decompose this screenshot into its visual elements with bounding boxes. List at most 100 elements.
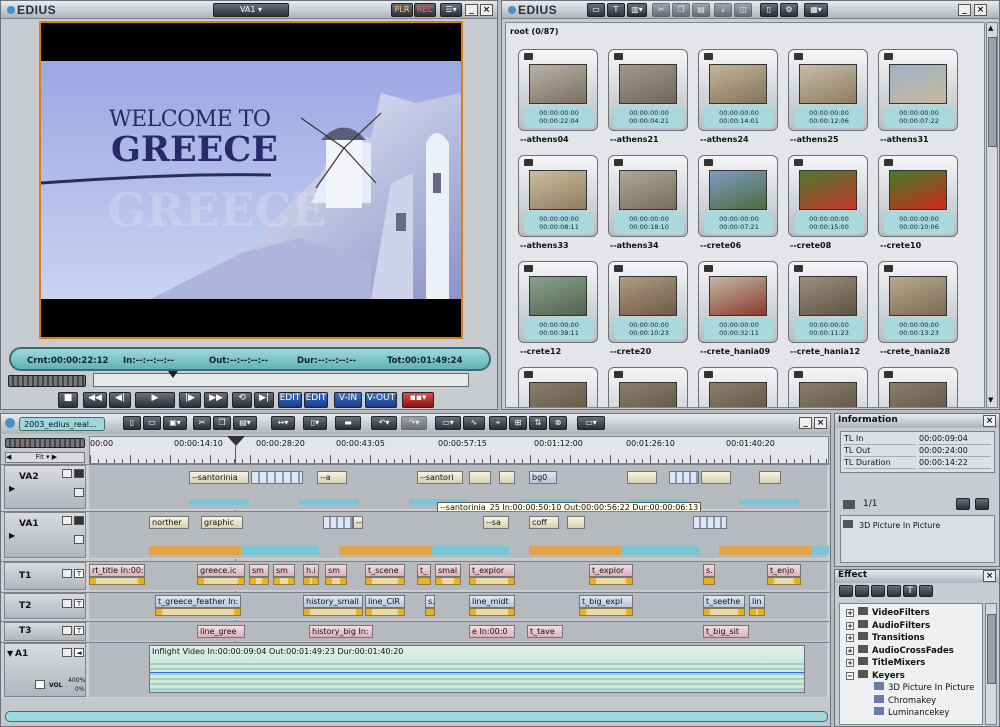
lock-icon[interactable]: [62, 469, 72, 478]
loop-button[interactable]: ⟲: [232, 392, 252, 408]
expand-icon[interactable]: ▶: [9, 531, 15, 540]
ripple-button[interactable]: ▬: [335, 416, 361, 430]
open-project-button[interactable]: ▭: [143, 416, 161, 430]
title-clip[interactable]: s.: [703, 564, 715, 577]
va2-clip[interactable]: [469, 471, 491, 484]
new-sequence-button[interactable]: ▯: [123, 416, 141, 430]
va1-clip[interactable]: [693, 516, 727, 529]
title-toggle-icon[interactable]: T: [74, 626, 84, 635]
expand-icon[interactable]: ▶: [9, 484, 15, 493]
copy-button[interactable]: ❐: [672, 3, 690, 17]
va2-clip[interactable]: --santorinia: [189, 471, 249, 484]
scroll-thumb[interactable]: [988, 37, 997, 147]
title-clip[interactable]: smal: [435, 564, 461, 577]
clip-thumbnail[interactable]: 00:00:00:00 00:00:07:21: [698, 155, 778, 237]
applied-effect-item[interactable]: 3D Picture In Picture: [843, 520, 993, 532]
mode-button[interactable]: ↔▾: [271, 416, 295, 430]
a1-header[interactable]: A1 ▼ ◄ VOL 400% 0%: [4, 643, 86, 697]
effect-settings-button[interactable]: [956, 498, 970, 510]
va1-header[interactable]: VA1 ▶: [4, 512, 86, 558]
clip-thumbnail[interactable]: 00:00:00:00 00:00:32:11: [698, 261, 778, 343]
effect-detail-button[interactable]: [887, 585, 901, 597]
clip-thumbnail[interactable]: 00:00:00:00 00:00:39:11: [518, 261, 598, 343]
lock-icon[interactable]: [62, 569, 72, 578]
fit-select[interactable]: ◀ Fit ▾ ▶: [5, 452, 85, 463]
record-button[interactable]: ▪▪▾: [402, 392, 434, 408]
save-project-button[interactable]: ▣▾: [163, 416, 187, 430]
expand-icon[interactable]: +: [846, 609, 854, 617]
title-clip[interactable]: e In:00:0: [469, 625, 515, 638]
clip-thumbnail[interactable]: 00:00:00:00 00:00:15:00: [788, 155, 868, 237]
t2-lane[interactable]: t_greece_feather In: history_small line_CI…: [89, 593, 827, 619]
clip-thumbnail[interactable]: [698, 367, 778, 407]
va2-clip[interactable]: --santori: [417, 471, 463, 484]
va1-clip[interactable]: norther: [149, 516, 189, 529]
va1-clip[interactable]: --sa: [483, 516, 509, 529]
undo-button[interactable]: ↶▾: [371, 416, 397, 430]
sync-button[interactable]: ⇅: [529, 416, 547, 430]
title-toggle-icon[interactable]: T: [74, 569, 84, 578]
play-around-button[interactable]: ▶|: [254, 392, 274, 408]
marker-button[interactable]: ⊞: [509, 416, 527, 430]
title-button[interactable]: T: [607, 3, 625, 17]
clip-thumbnail[interactable]: 00:00:00:00 00:00:18:10: [608, 155, 688, 237]
clip-thumbnail[interactable]: [878, 367, 958, 407]
view-button[interactable]: ▥▾: [627, 3, 647, 17]
title-clip[interactable]: t_greece_feather In:: [155, 595, 241, 608]
properties-button[interactable]: ◫: [734, 3, 752, 17]
delete-tool-button[interactable]: ▯▾: [303, 416, 327, 430]
clip-thumbnail[interactable]: 00:00:00:00 00:00:11:23: [788, 261, 868, 343]
recorder-mode-button[interactable]: REC: [414, 3, 436, 17]
bin-settings-button[interactable]: ⚙: [780, 3, 798, 17]
lock-icon[interactable]: [62, 516, 72, 525]
sync-lock-icon[interactable]: [74, 488, 84, 497]
va2-clip[interactable]: [759, 471, 781, 484]
title-clip[interactable]: line_CIR: [365, 595, 405, 608]
t3-header[interactable]: T3 T: [4, 622, 86, 641]
close-icon[interactable]: ×: [983, 415, 996, 427]
position-marker[interactable]: [168, 371, 178, 378]
close-icon[interactable]: ×: [974, 4, 987, 16]
title-clip[interactable]: t_enjo: [767, 564, 801, 577]
a1-lane[interactable]: Inflight Video In:00:00:09:04 Out:00:01:…: [89, 643, 827, 697]
step-back-button[interactable]: ◀|: [109, 392, 131, 408]
paste-button[interactable]: ▤: [692, 3, 710, 17]
video-toggle-icon[interactable]: [74, 469, 84, 478]
va2-clip[interactable]: [627, 471, 657, 484]
clip-thumbnail[interactable]: [518, 367, 598, 407]
effect-title-button[interactable]: T: [903, 585, 917, 597]
expand-icon[interactable]: +: [846, 634, 854, 642]
va2-clip[interactable]: [669, 471, 699, 484]
expand-icon[interactable]: +: [846, 621, 854, 630]
effect-tree-item[interactable]: Chromakey: [846, 694, 982, 708]
bin-scrollbar[interactable]: ▲ ▼: [986, 22, 998, 408]
lock-icon[interactable]: [62, 599, 72, 608]
effect-tree-item[interactable]: + VideoFilters: [846, 607, 982, 620]
title-toggle-icon[interactable]: T: [74, 599, 84, 608]
va1-clip[interactable]: graphic: [201, 516, 243, 529]
folder-button[interactable]: ▭: [587, 3, 605, 17]
audio-clip[interactable]: Inflight Video In:00:00:09:04 Out:00:01:…: [149, 645, 805, 693]
player-menu-button[interactable]: ☰▾: [440, 3, 462, 17]
copy-tool-button[interactable]: ❐: [213, 416, 231, 430]
close-icon[interactable]: ×: [983, 570, 996, 582]
title-clip[interactable]: s.: [425, 595, 435, 608]
playhead-marker[interactable]: [227, 436, 245, 446]
clip-thumbnail[interactable]: 00:00:00:00 00:00:22:04: [518, 49, 598, 131]
va1-clip[interactable]: --a: [353, 516, 363, 529]
effect-view-button[interactable]: [839, 585, 853, 597]
minimize-icon[interactable]: _: [958, 4, 971, 16]
effect-folder-button[interactable]: [855, 585, 869, 597]
fast-forward-button[interactable]: ▶▶: [204, 392, 228, 408]
speaker-icon[interactable]: ◄: [74, 648, 84, 657]
zoom-slider[interactable]: [5, 438, 85, 448]
title-clip[interactable]: line_midt: [469, 595, 515, 608]
va1-lane[interactable]: norther graphic --a --sa coff: [89, 512, 829, 558]
title-clip[interactable]: lin: [749, 595, 765, 608]
output-button[interactable]: ▭▾: [577, 416, 605, 430]
t1-lane[interactable]: rt_title In:00: greece.ic sm sm h.i sm t_scene…: [89, 562, 827, 590]
va2-clip[interactable]: [251, 471, 303, 484]
stop-button[interactable]: ■: [58, 392, 78, 408]
play-button[interactable]: ▶: [135, 392, 175, 408]
effect-tree-item[interactable]: + Transitions: [846, 632, 982, 645]
